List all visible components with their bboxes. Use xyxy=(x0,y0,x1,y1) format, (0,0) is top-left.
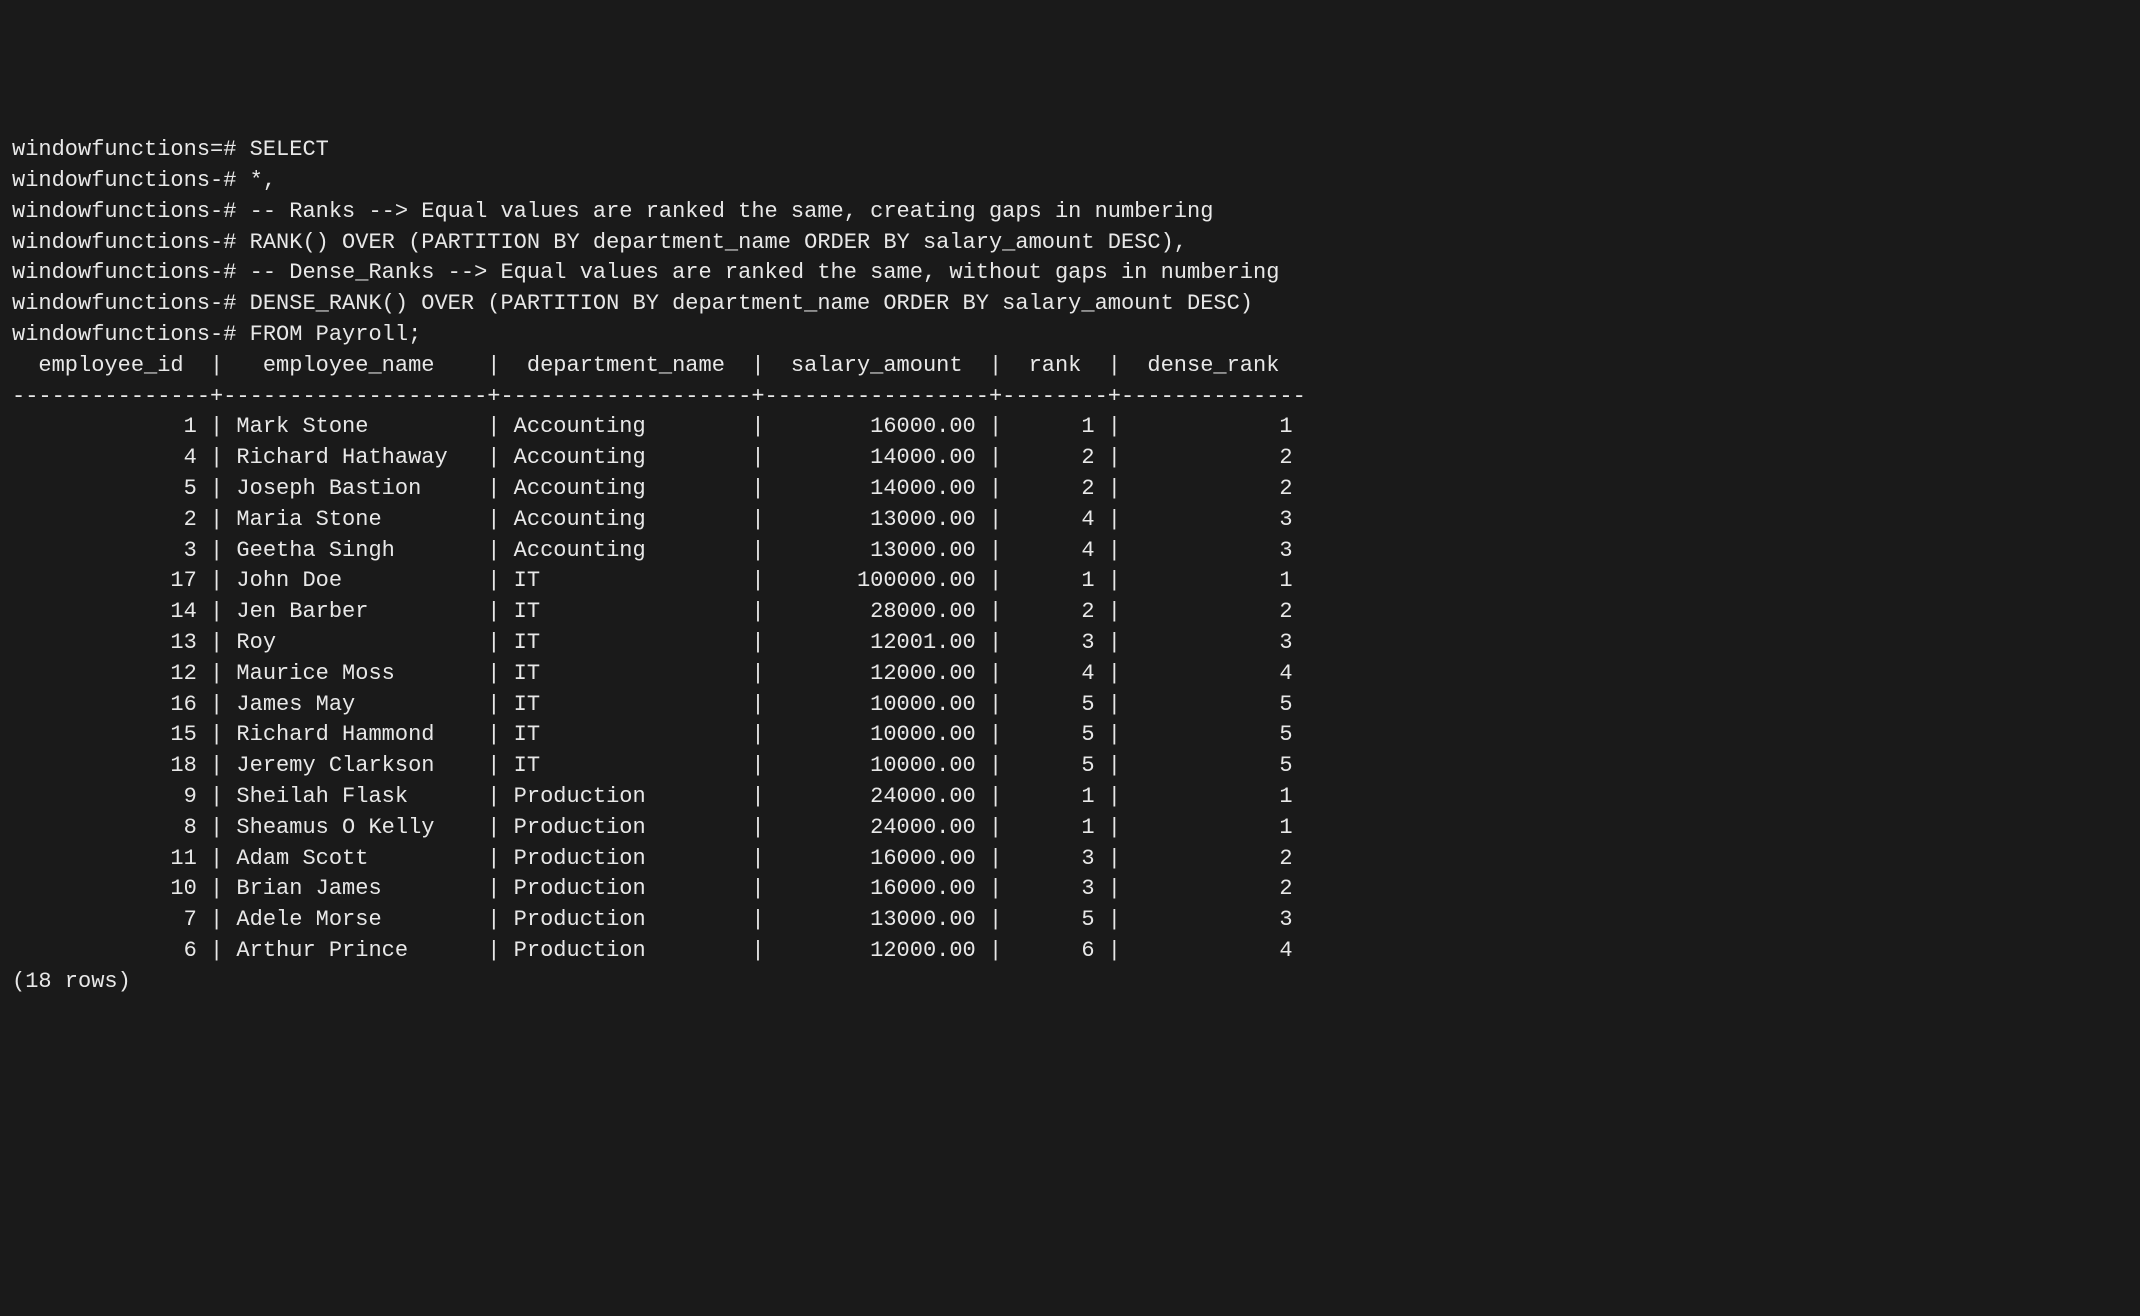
table-divider: ---------------+--------------------+---… xyxy=(12,384,1306,409)
terminal-output: windowfunctions=# SELECT windowfunctions… xyxy=(12,135,2128,997)
sql-query: windowfunctions=# SELECT windowfunctions… xyxy=(12,137,1279,347)
result-footer: (18 rows) xyxy=(12,969,131,994)
table-header: employee_id | employee_name | department… xyxy=(12,353,1306,378)
table-body: 1 | Mark Stone | Accounting | 16000.00 |… xyxy=(12,414,1293,963)
